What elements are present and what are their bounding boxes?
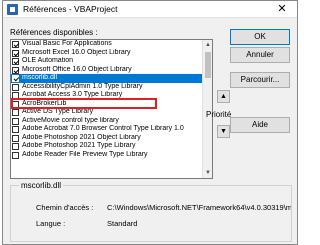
reference-checkbox[interactable]	[12, 41, 19, 48]
reference-label: AcroBrokerLib	[22, 99, 67, 107]
reference-checkbox[interactable]	[12, 75, 19, 82]
list-item[interactable]: ActiveMovie control type library	[11, 117, 202, 126]
scroll-down-icon[interactable]: ▼	[203, 168, 212, 178]
priority-up-icon[interactable]: ▲	[217, 90, 230, 103]
available-references-label: Références disponibles :	[10, 28, 98, 37]
scrollbar-thumb[interactable]	[205, 52, 211, 78]
list-item[interactable]: Microsoft Excel 16.0 Object Library	[11, 49, 202, 58]
cancel-button[interactable]: Annuler	[230, 47, 290, 63]
priority-down-icon[interactable]: ▼	[217, 125, 230, 138]
reference-checkbox[interactable]	[12, 134, 19, 142]
reference-checkbox[interactable]	[12, 117, 19, 125]
reference-checkbox[interactable]	[12, 49, 19, 57]
list-item[interactable]: OLE Automation	[11, 57, 202, 66]
title-bar: Références - VBAProject ✕	[3, 1, 297, 18]
reference-checkbox[interactable]	[12, 92, 19, 99]
scroll-up-icon[interactable]: ▲	[203, 40, 212, 50]
vba-app-icon	[7, 4, 18, 15]
references-listbox[interactable]: Visual Basic For Applications Microsoft E…	[10, 39, 213, 179]
ok-button[interactable]: OK	[230, 29, 290, 45]
list-item[interactable]: Microsoft Office 16.0 Object Library	[11, 66, 202, 75]
list-item[interactable]: Visual Basic For Applications	[11, 40, 202, 49]
reference-checkbox[interactable]	[12, 126, 19, 133]
reference-label: Microsoft Excel 16.0 Object Library	[22, 48, 131, 56]
reference-checkbox[interactable]	[12, 58, 19, 65]
reference-label: mscorlib.dll	[22, 74, 58, 81]
details-group-title: mscorlib.dll	[19, 181, 64, 190]
vertical-scrollbar[interactable]: ▲ ▼	[202, 40, 212, 178]
list-item[interactable]: Adobe Photoshop 2021 Object Library	[11, 134, 202, 143]
list-item[interactable]: Adobe Photoshop 2021 Type Library	[11, 142, 202, 151]
list-item[interactable]: Adobe Acrobat 7.0 Browser Control Type L…	[11, 125, 202, 134]
help-button[interactable]: Aide	[230, 117, 290, 133]
reference-checkbox[interactable]	[12, 100, 19, 108]
list-item[interactable]: Adobe Reader File Preview Type Library	[11, 151, 202, 160]
reference-checkbox[interactable]	[12, 151, 19, 159]
reference-label: ActiveMovie control type library	[22, 116, 119, 124]
reference-details-group: mscorlib.dll Chemin d'accès : C:\Windows…	[10, 181, 292, 242]
reference-checkbox[interactable]	[12, 83, 19, 91]
reference-label: AccessibilityCplAdmin 1.0 Type Library	[22, 82, 143, 90]
language-label: Langue :	[36, 219, 66, 228]
reference-label: Visual Basic For Applications	[22, 40, 112, 47]
path-label: Chemin d'accès :	[36, 203, 94, 212]
reference-checkbox[interactable]	[12, 143, 19, 150]
window-title: Références - VBAProject	[23, 4, 118, 14]
close-icon[interactable]: ✕	[267, 1, 297, 18]
reference-checkbox[interactable]	[12, 109, 19, 116]
list-item[interactable]: AcroBrokerLib	[11, 100, 202, 109]
references-dialog: Références - VBAProject ✕ Références dis…	[2, 0, 298, 245]
path-value: C:\Windows\Microsoft.NET\Framework64\v4.…	[107, 203, 291, 212]
list-item[interactable]: AccessibilityCplAdmin 1.0 Type Library	[11, 83, 202, 92]
references-list: Visual Basic For Applications Microsoft E…	[11, 40, 202, 178]
list-item[interactable]: mscorlib.dll	[11, 74, 202, 83]
reference-label: Acrobat Access 3.0 Type Library	[22, 91, 123, 98]
reference-checkbox[interactable]	[12, 66, 19, 74]
browse-button[interactable]: Parcourir...	[230, 72, 290, 88]
reference-label: Adobe Photoshop 2021 Object Library	[22, 133, 141, 141]
language-value: Standard	[107, 219, 138, 228]
reference-label: Adobe Acrobat 7.0 Browser Control Type L…	[22, 125, 184, 132]
list-item[interactable]: Active DS Type Library	[11, 108, 202, 117]
reference-label: Active DS Type Library	[22, 108, 94, 115]
priority-label: Priorité	[206, 110, 232, 119]
reference-label: Adobe Photoshop 2021 Type Library	[22, 142, 136, 149]
reference-label: Adobe Reader File Preview Type Library	[22, 150, 148, 158]
reference-label: Microsoft Office 16.0 Object Library	[22, 65, 132, 73]
list-item[interactable]: Acrobat Access 3.0 Type Library	[11, 91, 202, 100]
reference-label: OLE Automation	[22, 57, 73, 64]
